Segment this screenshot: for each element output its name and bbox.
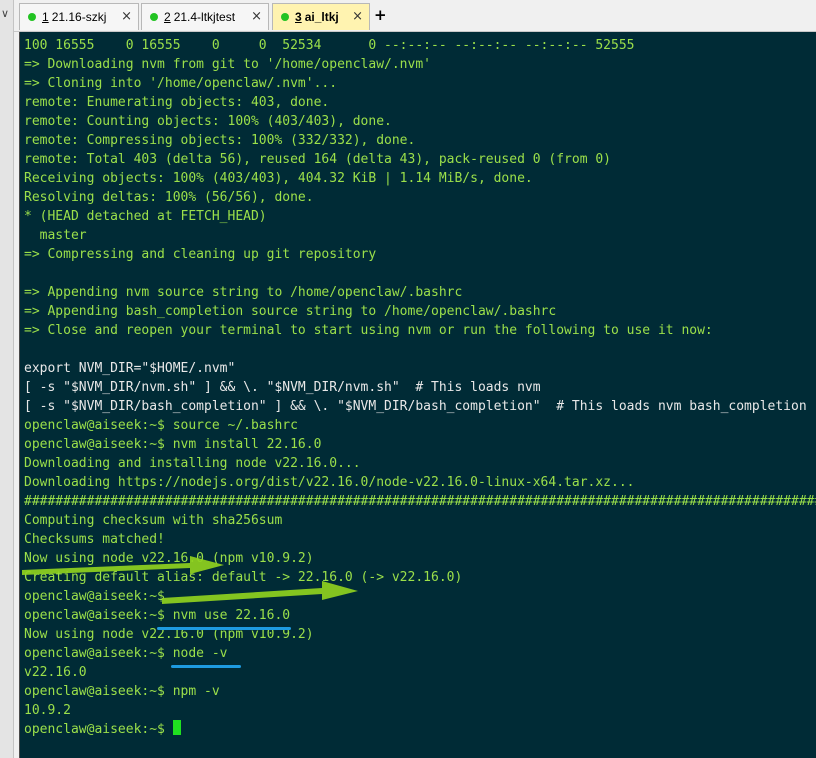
chevron-down-icon[interactable]: ∨ bbox=[1, 7, 9, 20]
terminal-line: remote: Enumerating objects: 403, done. bbox=[24, 95, 330, 110]
terminal-line: openclaw@aiseek:~$ node -v bbox=[24, 646, 228, 661]
terminal-line: Now using node v22.16.0 (npm v10.9.2) bbox=[24, 551, 314, 566]
terminal-lines: 100 16555 0 16555 0 0 52534 0 --:--:-- -… bbox=[24, 36, 816, 739]
terminal-line: Creating default alias: default -> 22.16… bbox=[24, 570, 463, 585]
terminal-line: * (HEAD detached at FETCH_HEAD) bbox=[24, 209, 267, 224]
tab-2[interactable]: 2 21.4-ltkjtest × bbox=[141, 3, 269, 30]
terminal-line: remote: Total 403 (delta 56), reused 164… bbox=[24, 152, 611, 167]
terminal-line: remote: Compressing objects: 100% (332/3… bbox=[24, 133, 416, 148]
terminal-line: => Close and reopen your terminal to sta… bbox=[24, 323, 713, 338]
tab-number: 2 bbox=[164, 10, 171, 24]
terminal-line: => Downloading nvm from git to '/home/op… bbox=[24, 57, 431, 72]
terminal-line: Downloading and installing node v22.16.0… bbox=[24, 456, 361, 471]
terminal-line: openclaw@aiseek:~$ nvm use 22.16.0 bbox=[24, 608, 291, 623]
terminal-line: openclaw@aiseek:~$ source ~/.bashrc bbox=[24, 418, 298, 433]
terminal-line: openclaw@aiseek:~$ npm -v bbox=[24, 684, 220, 699]
terminal-output[interactable]: 100 16555 0 16555 0 0 52534 0 --:--:-- -… bbox=[19, 32, 816, 758]
tab-3[interactable]: 3 ai_ltkj × bbox=[272, 3, 370, 30]
terminal-line: openclaw@aiseek:~$ bbox=[24, 720, 816, 739]
new-tab-button[interactable]: + bbox=[374, 6, 387, 24]
terminal-line: Receiving objects: 100% (403/403), 404.3… bbox=[24, 171, 533, 186]
side-strip: ∨ bbox=[0, 0, 14, 758]
connected-status-icon bbox=[281, 13, 289, 21]
tab-number: 3 bbox=[295, 10, 302, 24]
terminal-line: => Cloning into '/home/openclaw/.nvm'... bbox=[24, 76, 338, 91]
close-icon[interactable]: × bbox=[121, 9, 132, 24]
terminal-line: ########################################… bbox=[24, 494, 816, 509]
connected-status-icon bbox=[28, 13, 36, 21]
terminal-line: 10.9.2 bbox=[24, 703, 71, 718]
terminal-line: => Appending bash_completion source stri… bbox=[24, 304, 557, 319]
terminal-line: [ -s "$NVM_DIR/bash_completion" ] && \. … bbox=[24, 399, 807, 414]
tab-1[interactable]: 1 21.16-szkj × bbox=[19, 3, 139, 30]
connected-status-icon bbox=[150, 13, 158, 21]
terminal-line: remote: Counting objects: 100% (403/403)… bbox=[24, 114, 392, 129]
tab-label: 21.4-ltkjtest bbox=[173, 10, 236, 24]
close-icon[interactable]: × bbox=[251, 9, 262, 24]
terminal-line: => Compressing and cleaning up git repos… bbox=[24, 247, 377, 262]
terminal-line: Resolving deltas: 100% (56/56), done. bbox=[24, 190, 314, 205]
tab-bar: 1 21.16-szkj × 2 21.4-ltkjtest × 3 ai_lt… bbox=[0, 0, 816, 32]
terminal-line: Now using node v22.16.0 (npm v10.9.2) bbox=[24, 627, 314, 642]
tab-label: 21.16-szkj bbox=[51, 10, 107, 24]
terminal-line: master bbox=[24, 228, 87, 243]
terminal-line: => Appending nvm source string to /home/… bbox=[24, 285, 463, 300]
close-icon[interactable]: × bbox=[352, 9, 363, 24]
terminal-line: export NVM_DIR="$HOME/.nvm" bbox=[24, 361, 236, 376]
terminal-line: openclaw@aiseek:~$ nvm install 22.16.0 bbox=[24, 437, 322, 452]
terminal-line: [ -s "$NVM_DIR/nvm.sh" ] && \. "$NVM_DIR… bbox=[24, 380, 541, 395]
terminal-line: v22.16.0 bbox=[24, 665, 87, 680]
terminal-line: Downloading https://nodejs.org/dist/v22.… bbox=[24, 475, 635, 490]
terminal-line: openclaw@aiseek:~$ bbox=[24, 589, 165, 604]
tab-label: ai_ltkj bbox=[304, 10, 339, 24]
terminal-line: Computing checksum with sha256sum bbox=[24, 513, 283, 528]
terminal-cursor bbox=[172, 720, 181, 735]
tab-number: 1 bbox=[42, 10, 49, 24]
terminal-line: Checksums matched! bbox=[24, 532, 165, 547]
terminal-line: 100 16555 0 16555 0 0 52534 0 --:--:-- -… bbox=[24, 38, 635, 53]
